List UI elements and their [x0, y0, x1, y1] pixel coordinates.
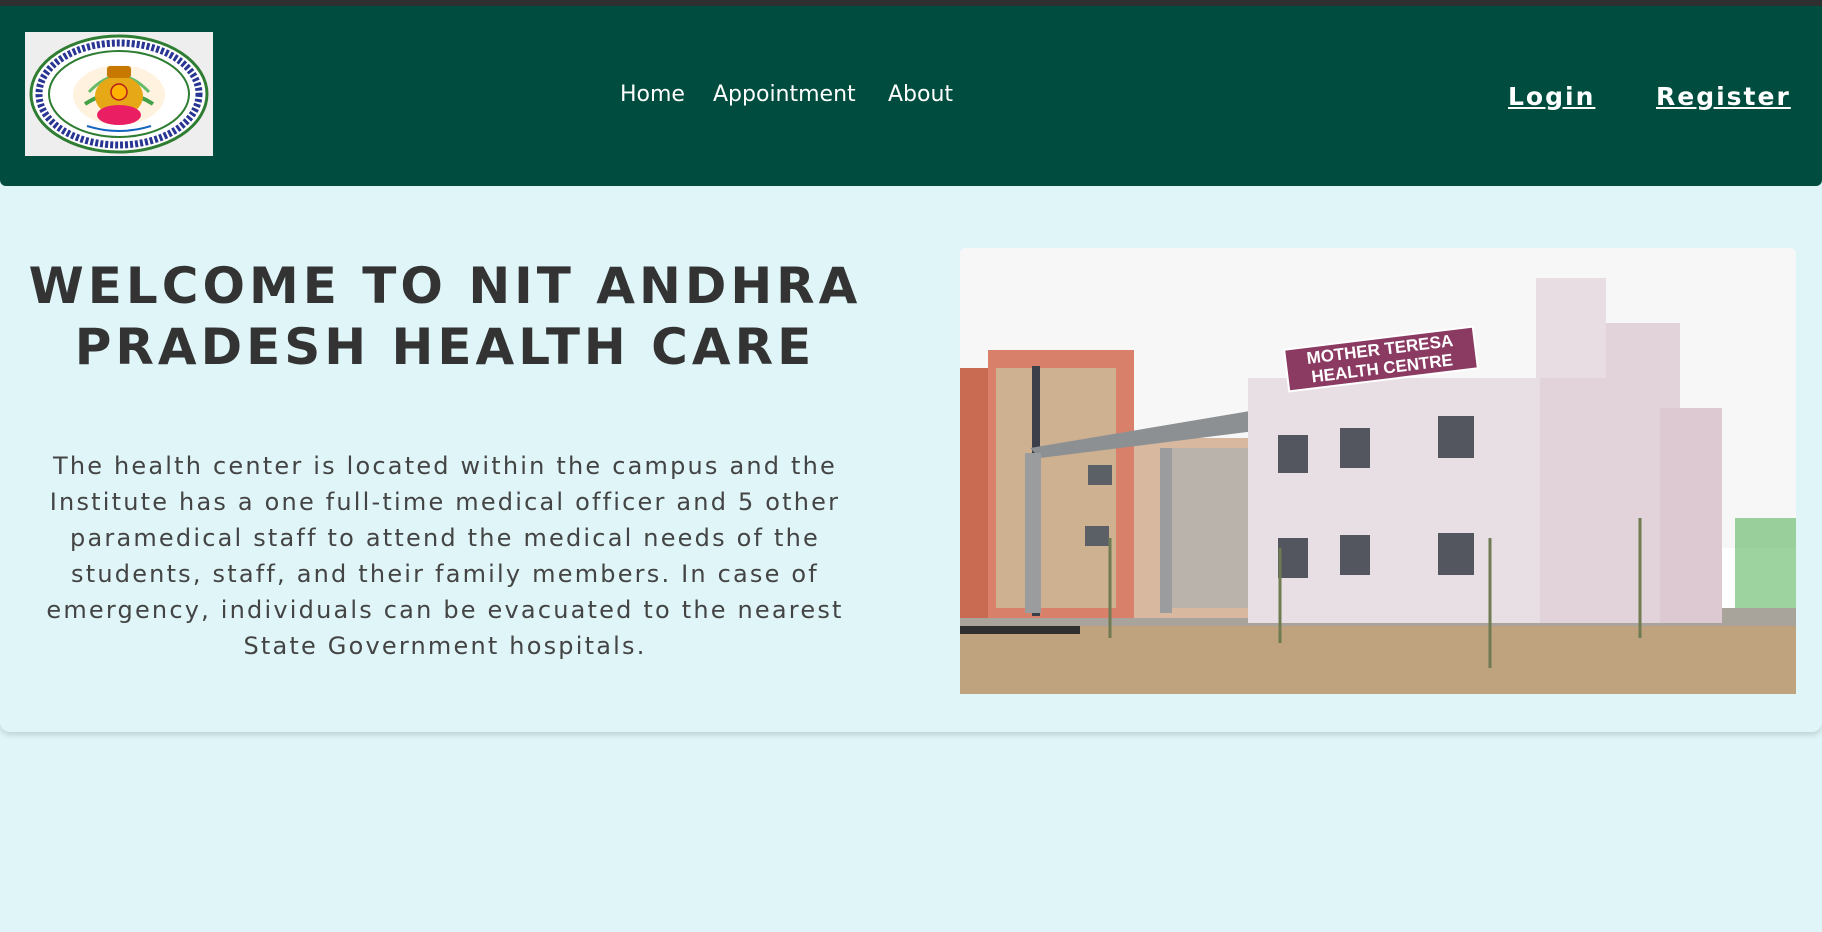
institute-logo[interactable] — [25, 32, 213, 156]
register-link[interactable]: Register — [1656, 84, 1791, 109]
health-centre-photo: MOTHER TERESA HEALTH CENTRE — [960, 248, 1796, 694]
nav-appointment[interactable]: Appointment — [713, 84, 856, 106]
nav-about[interactable]: About — [888, 84, 953, 106]
navbar: Home Appointment About Login Register — [0, 6, 1822, 186]
health-center-description: The health center is located within the … — [46, 452, 844, 660]
hero-section: WELCOME TO NIT ANDHRA PRADESH HEALTH CAR… — [0, 186, 1822, 732]
page-title: WELCOME TO NIT ANDHRA PRADESH HEALTH CAR… — [28, 257, 862, 376]
nav-home[interactable]: Home — [620, 84, 685, 106]
login-link[interactable]: Login — [1508, 84, 1595, 109]
